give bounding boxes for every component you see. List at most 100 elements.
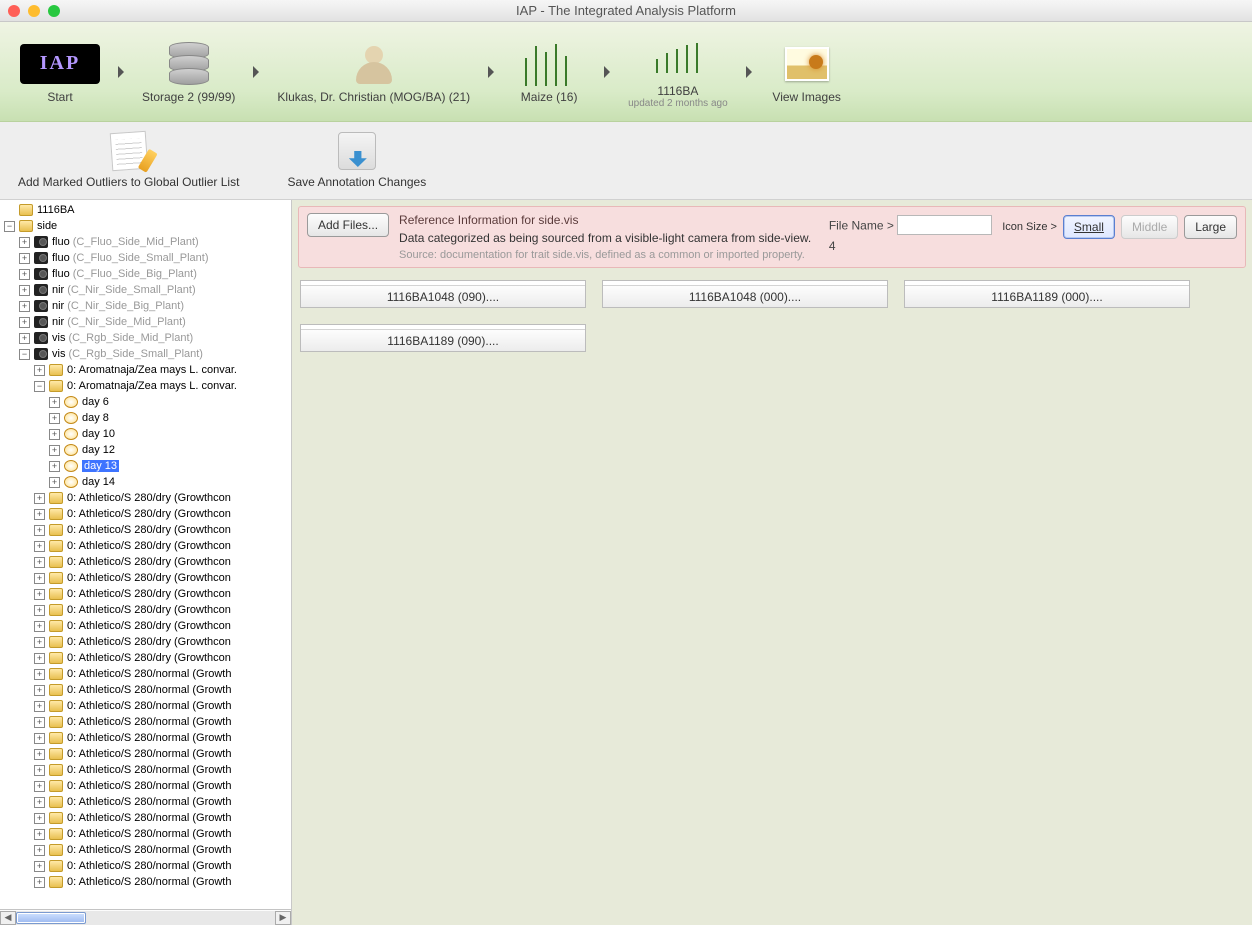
thumbnail[interactable]: 1116BA1189 (090).... [300,324,586,352]
tree-row[interactable]: 1116BA [0,202,291,218]
expand-toggle[interactable]: + [34,637,45,648]
expand-toggle[interactable]: + [34,573,45,584]
tree-row[interactable]: +0: Athletico/S 280/normal (Growth [0,730,291,746]
tree-row[interactable]: +0: Athletico/S 280/normal (Growth [0,746,291,762]
thumbnail[interactable]: 1116BA1048 (000).... [602,280,888,308]
tree-row[interactable]: +0: Athletico/S 280/normal (Growth [0,762,291,778]
thumbnail[interactable]: 1116BA1189 (000).... [904,280,1190,308]
save-annotation-button[interactable]: Save Annotation Changes [287,129,426,189]
expand-toggle[interactable]: + [19,237,30,248]
iconsize-middle-button[interactable]: Middle [1121,215,1178,239]
scroll-track[interactable] [16,911,275,925]
expand-toggle[interactable]: + [34,493,45,504]
minimize-icon[interactable] [28,5,40,17]
tree-row[interactable]: −vis(C_Rgb_Side_Small_Plant) [0,346,291,362]
tree-row[interactable]: +0: Athletico/S 280/dry (Growthcon [0,586,291,602]
tree-row[interactable]: +0: Athletico/S 280/dry (Growthcon [0,554,291,570]
expand-toggle[interactable]: − [19,349,30,360]
tree-row[interactable]: +fluo(C_Fluo_Side_Mid_Plant) [0,234,291,250]
expand-toggle[interactable]: + [19,301,30,312]
expand-toggle[interactable]: + [19,269,30,280]
iconsize-large-button[interactable]: Large [1184,215,1237,239]
crumb-storage[interactable]: Storage 2 (99/99) [134,36,243,108]
close-icon[interactable] [8,5,20,17]
add-files-button[interactable]: Add Files... [307,213,389,237]
expand-toggle[interactable]: + [34,365,45,376]
expand-toggle[interactable]: + [34,685,45,696]
tree-row[interactable]: +0: Athletico/S 280/dry (Growthcon [0,570,291,586]
tree-row[interactable]: −0: Aromatnaja/Zea mays L. convar. [0,378,291,394]
expand-toggle[interactable]: + [34,861,45,872]
tree-row[interactable]: +0: Athletico/S 280/normal (Growth [0,810,291,826]
tree-row[interactable]: +day 13 [0,458,291,474]
crumb-experiment[interactable]: 1116BA updated 2 months ago [620,30,736,113]
tree-row[interactable]: +fluo(C_Fluo_Side_Big_Plant) [0,266,291,282]
expand-toggle[interactable]: + [34,669,45,680]
add-outliers-button[interactable]: Add Marked Outliers to Global Outlier Li… [18,129,239,189]
iconsize-small-button[interactable]: Small [1063,215,1115,239]
crumb-view-images[interactable]: View Images [762,36,852,108]
crumb-start[interactable]: IAP Start [12,36,108,108]
tree-row[interactable]: +day 14 [0,474,291,490]
tree-row[interactable]: +0: Athletico/S 280/dry (Growthcon [0,490,291,506]
tree-row[interactable]: +0: Athletico/S 280/normal (Growth [0,778,291,794]
tree-row[interactable]: +fluo(C_Fluo_Side_Small_Plant) [0,250,291,266]
tree-row[interactable]: +0: Athletico/S 280/normal (Growth [0,666,291,682]
expand-toggle[interactable]: + [34,621,45,632]
zoom-icon[interactable] [48,5,60,17]
expand-toggle[interactable]: + [19,285,30,296]
expand-toggle[interactable]: − [4,221,15,232]
expand-toggle[interactable]: + [34,525,45,536]
tree-row[interactable]: +0: Athletico/S 280/dry (Growthcon [0,538,291,554]
tree[interactable]: 1116BA−side+fluo(C_Fluo_Side_Mid_Plant)+… [0,200,291,909]
crumb-species[interactable]: Maize (16) [504,36,594,108]
tree-row[interactable]: +day 8 [0,410,291,426]
expand-toggle[interactable]: + [34,749,45,760]
expand-toggle[interactable]: + [34,765,45,776]
expand-toggle[interactable]: + [34,589,45,600]
expand-toggle[interactable]: + [34,797,45,808]
expand-toggle[interactable]: + [19,333,30,344]
tree-row[interactable]: +0: Athletico/S 280/normal (Growth [0,842,291,858]
filename-input[interactable] [897,215,992,235]
tree-row[interactable]: +vis(C_Rgb_Side_Mid_Plant) [0,330,291,346]
tree-row[interactable]: +0: Athletico/S 280/dry (Growthcon [0,522,291,538]
tree-row[interactable]: +0: Athletico/S 280/normal (Growth [0,826,291,842]
expand-toggle[interactable]: + [34,701,45,712]
expand-toggle[interactable]: − [34,381,45,392]
tree-row[interactable]: +0: Athletico/S 280/normal (Growth [0,698,291,714]
tree-row[interactable]: +day 6 [0,394,291,410]
tree-row[interactable]: +0: Athletico/S 280/dry (Growthcon [0,618,291,634]
expand-toggle[interactable]: + [34,845,45,856]
expand-toggle[interactable]: + [49,461,60,472]
expand-toggle[interactable]: + [34,813,45,824]
tree-row[interactable]: +day 10 [0,426,291,442]
expand-toggle[interactable]: + [34,733,45,744]
tree-row[interactable]: +nir(C_Nir_Side_Big_Plant) [0,298,291,314]
expand-toggle[interactable]: + [49,413,60,424]
expand-toggle[interactable]: + [49,477,60,488]
tree-row[interactable]: +nir(C_Nir_Side_Mid_Plant) [0,314,291,330]
tree-row[interactable]: +0: Athletico/S 280/normal (Growth [0,874,291,890]
tree-row[interactable]: +0: Athletico/S 280/dry (Growthcon [0,506,291,522]
expand-toggle[interactable]: + [34,557,45,568]
tree-row[interactable]: +0: Athletico/S 280/normal (Growth [0,714,291,730]
expand-toggle[interactable]: + [49,397,60,408]
expand-toggle[interactable]: + [49,445,60,456]
tree-row[interactable]: +day 12 [0,442,291,458]
expand-toggle[interactable]: + [49,429,60,440]
expand-toggle[interactable]: + [34,541,45,552]
tree-row[interactable]: +0: Athletico/S 280/dry (Growthcon [0,602,291,618]
expand-toggle[interactable]: + [34,509,45,520]
expand-toggle[interactable]: + [34,829,45,840]
tree-row[interactable]: +0: Athletico/S 280/normal (Growth [0,858,291,874]
crumb-user[interactable]: Klukas, Dr. Christian (MOG/BA) (21) [269,36,478,108]
thumbnail[interactable]: 1116BA1048 (090).... [300,280,586,308]
tree-row[interactable]: +0: Athletico/S 280/dry (Growthcon [0,650,291,666]
expand-toggle[interactable]: + [34,781,45,792]
tree-row[interactable]: +0: Athletico/S 280/normal (Growth [0,682,291,698]
expand-toggle[interactable]: + [34,605,45,616]
tree-row[interactable]: +0: Athletico/S 280/normal (Growth [0,794,291,810]
expand-toggle[interactable]: + [19,253,30,264]
tree-row[interactable]: −side [0,218,291,234]
